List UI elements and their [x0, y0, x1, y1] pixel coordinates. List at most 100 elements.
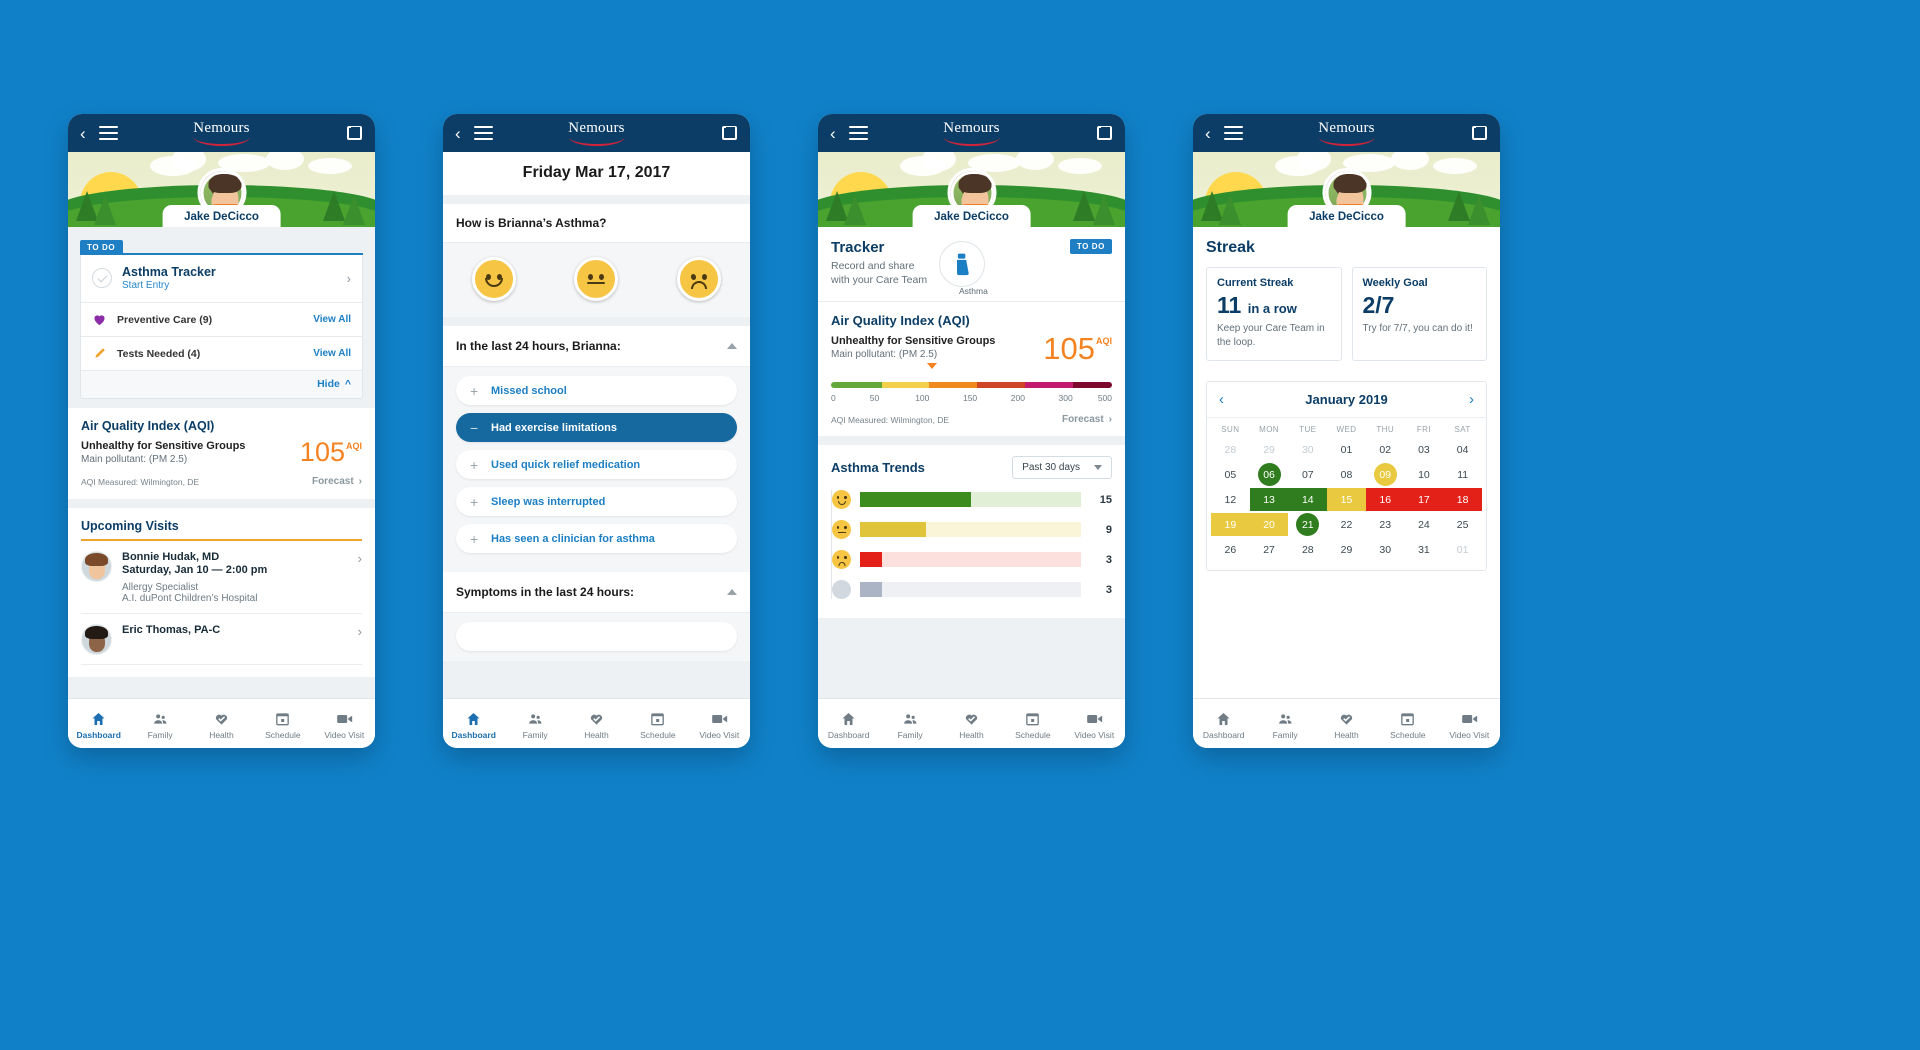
calendar-day[interactable]: 13	[1249, 487, 1289, 512]
sad-face-option[interactable]	[676, 257, 721, 301]
back-icon[interactable]: ‹	[830, 125, 836, 142]
option-quick-relief-medication[interactable]: + Used quick relief medication	[456, 450, 737, 479]
entry-scroll[interactable]: Friday Mar 17, 2017 How is Brianna’s Ast…	[443, 152, 750, 698]
calendar-day[interactable]: 22	[1327, 512, 1366, 537]
tab-health[interactable]: Health	[566, 711, 627, 740]
tab-dashboard[interactable]: Dashboard	[1193, 711, 1254, 740]
messages-icon[interactable]	[1097, 126, 1112, 140]
menu-icon[interactable]	[98, 122, 118, 144]
view-all-link[interactable]: View All	[313, 314, 351, 325]
last24-header[interactable]: In the last 24 hours, Brianna:	[443, 326, 750, 366]
calendar-day[interactable]: 17	[1404, 487, 1444, 512]
calendar-day[interactable]: 01	[1443, 537, 1482, 562]
calendar-day[interactable]: 10	[1405, 462, 1444, 487]
calendar-day[interactable]: 05	[1211, 462, 1250, 487]
back-icon[interactable]: ‹	[80, 125, 86, 142]
tab-family[interactable]: Family	[504, 711, 565, 740]
calendar-day[interactable]: 19	[1211, 512, 1250, 537]
next-month-button[interactable]: ›	[1469, 391, 1474, 408]
tab-dashboard[interactable]: Dashboard	[818, 711, 879, 740]
tab-family[interactable]: Family	[1254, 711, 1315, 740]
menu-icon[interactable]	[848, 122, 868, 144]
calendar-day[interactable]: 20	[1249, 512, 1289, 537]
messages-icon[interactable]	[347, 126, 362, 140]
tab-schedule[interactable]: Schedule	[252, 711, 313, 740]
calendar-day[interactable]: 30	[1288, 437, 1327, 462]
range-select[interactable]: Past 30 days	[1012, 456, 1112, 480]
tab-video-visit[interactable]: Video Visit	[314, 711, 375, 740]
hide-label: Hide	[317, 378, 340, 390]
streak-scroll[interactable]: Streak Current Streak 11 in a row Keep y…	[1193, 227, 1500, 698]
calendar-day[interactable]: 11	[1443, 462, 1482, 487]
menu-icon[interactable]	[473, 122, 493, 144]
inhaler-icon-circle[interactable]	[939, 241, 986, 287]
calendar-day[interactable]: 04	[1443, 437, 1482, 462]
messages-icon[interactable]	[1472, 126, 1487, 140]
tab-family[interactable]: Family	[129, 711, 190, 740]
tab-schedule[interactable]: Schedule	[627, 711, 688, 740]
neutral-face-option[interactable]	[574, 257, 619, 301]
todo-subtitle[interactable]: Start Entry	[122, 280, 216, 291]
tab-health[interactable]: Health	[1316, 711, 1377, 740]
calendar-day[interactable]: 28	[1288, 537, 1327, 562]
calendar-day[interactable]: 08	[1327, 462, 1366, 487]
option-exercise-limitations[interactable]: − Had exercise limitations	[456, 413, 737, 442]
calendar-grid[interactable]: 28 29 30 01 02 03 04 05 06 07 08 09 10 11 12 13 14 15 16 17…	[1207, 437, 1486, 570]
symptoms-header[interactable]: Symptoms in the last 24 hours:	[443, 572, 750, 612]
calendar-day[interactable]: 02	[1366, 437, 1405, 462]
todo-item-tests-needed[interactable]: Tests Needed (4) View All	[81, 337, 362, 371]
calendar-day[interactable]: 16	[1365, 487, 1405, 512]
calendar-day[interactable]: 27	[1250, 537, 1289, 562]
tab-video-visit[interactable]: Video Visit	[1439, 711, 1500, 740]
view-all-link[interactable]: View All	[313, 348, 351, 359]
calendar-day[interactable]: 28	[1211, 437, 1250, 462]
visit-row[interactable]: Eric Thomas, PA-C ›	[81, 614, 362, 665]
calendar-day[interactable]: 03	[1405, 437, 1444, 462]
calendar-day[interactable]: 15	[1327, 487, 1366, 512]
calendar-day[interactable]: 09	[1366, 462, 1405, 487]
tab-dashboard[interactable]: Dashboard	[68, 711, 129, 740]
dashboard-scroll[interactable]: TO DO Asthma Tracker Start Entry › Preve…	[68, 227, 375, 698]
calendar-day[interactable]: 25	[1443, 512, 1482, 537]
tab-health[interactable]: Health	[941, 711, 1002, 740]
calendar-day[interactable]: 07	[1288, 462, 1327, 487]
tab-family[interactable]: Family	[879, 711, 940, 740]
option-label: Sleep was interrupted	[491, 495, 606, 508]
menu-icon[interactable]	[1223, 122, 1243, 144]
calendar-day[interactable]: 23	[1366, 512, 1405, 537]
option-seen-clinician[interactable]: + Has seen a clinician for asthma	[456, 524, 737, 553]
todo-item-preventive-care[interactable]: Preventive Care (9) View All	[81, 303, 362, 337]
calendar-day[interactable]: 30	[1366, 537, 1405, 562]
happy-face-option[interactable]	[472, 257, 517, 301]
calendar-day[interactable]: 12	[1211, 487, 1250, 512]
hide-button[interactable]: Hide ^	[81, 371, 362, 398]
tab-schedule[interactable]: Schedule	[1002, 711, 1063, 740]
tab-schedule[interactable]: Schedule	[1377, 711, 1438, 740]
aqi-forecast-link[interactable]: Forecast ›	[307, 476, 362, 487]
calendar-day[interactable]: 29	[1250, 437, 1289, 462]
tab-health[interactable]: Health	[191, 711, 252, 740]
calendar-day[interactable]: 01	[1327, 437, 1366, 462]
symptom-option[interactable]	[456, 622, 737, 651]
calendar-day[interactable]: 26	[1211, 537, 1250, 562]
messages-icon[interactable]	[722, 126, 737, 140]
back-icon[interactable]: ‹	[455, 125, 461, 142]
option-missed-school[interactable]: + Missed school	[456, 376, 737, 405]
option-sleep-interrupted[interactable]: + Sleep was interrupted	[456, 487, 737, 516]
tracker-scroll[interactable]: Tracker Record and share with your Care T…	[818, 227, 1125, 698]
tab-video-visit[interactable]: Video Visit	[1064, 711, 1125, 740]
calendar-day[interactable]: 14	[1288, 487, 1328, 512]
tab-video-visit[interactable]: Video Visit	[689, 711, 750, 740]
calendar-day[interactable]: 21	[1288, 512, 1327, 537]
aqi-forecast-link[interactable]: Forecast ›	[1057, 414, 1112, 425]
calendar-day[interactable]: 24	[1405, 512, 1444, 537]
visit-row[interactable]: Bonnie Hudak, MD Saturday, Jan 10 — 2:00…	[81, 541, 362, 614]
calendar-day[interactable]: 18	[1443, 487, 1482, 512]
todo-item-asthma-tracker[interactable]: Asthma Tracker Start Entry ›	[81, 255, 362, 303]
tab-dashboard[interactable]: Dashboard	[443, 711, 504, 740]
back-icon[interactable]: ‹	[1205, 125, 1211, 142]
calendar-day[interactable]: 31	[1405, 537, 1444, 562]
calendar-day[interactable]: 29	[1327, 537, 1366, 562]
calendar-day[interactable]: 06	[1250, 462, 1289, 487]
tracker-card[interactable]: Tracker Record and share with your Care T…	[818, 227, 1125, 302]
